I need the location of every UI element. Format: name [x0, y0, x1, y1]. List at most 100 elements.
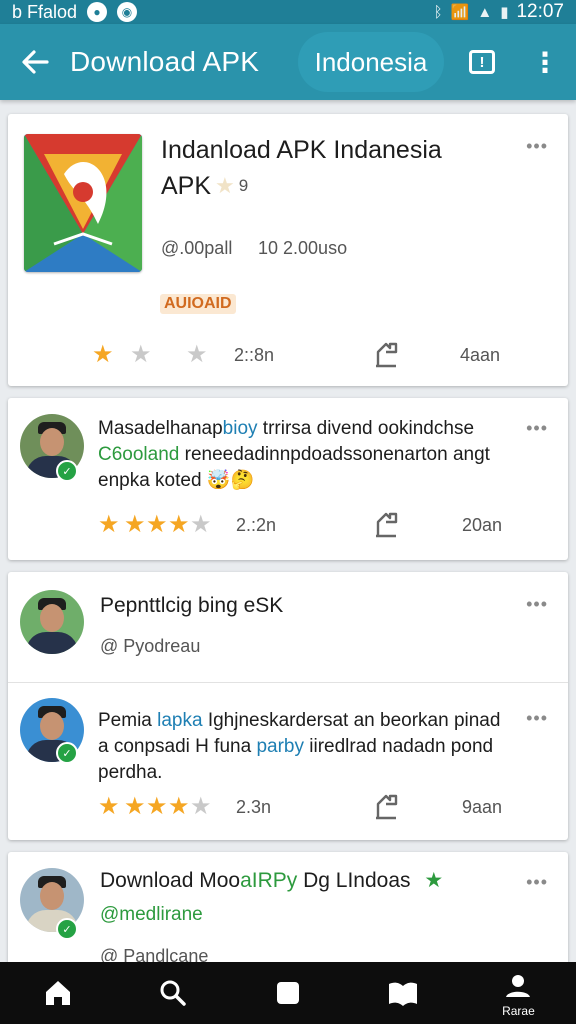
- nav-library[interactable]: [346, 962, 461, 1024]
- star-icon[interactable]: ★: [130, 340, 152, 370]
- review-text-part: reneedadinnpdoadssonenarton angt: [179, 444, 490, 465]
- star-icon[interactable]: ★: [98, 510, 120, 540]
- review-line-2: a conpsadi H funa parby iiredlrad nadadn…: [98, 734, 558, 760]
- app-subtitle-number: 9: [238, 176, 249, 195]
- star-icon[interactable]: ★: [146, 792, 168, 822]
- star-icon: ★: [215, 173, 235, 198]
- review-line-1: Pemia lapka Ighjneskardersat an beorkan …: [98, 708, 558, 734]
- review-link[interactable]: bioy: [223, 418, 258, 439]
- review-line-3: perdha.: [98, 762, 163, 783]
- avatar-face: [40, 882, 64, 910]
- app-badge: AUIOAID: [160, 294, 236, 314]
- review-link[interactable]: parby: [256, 736, 304, 757]
- nav-search[interactable]: [115, 962, 230, 1024]
- review-line-1: Masadelhanapbioy trrirsa divend ookindch…: [98, 416, 558, 442]
- app-meta-right: 10 2.00uso: [258, 238, 348, 258]
- more-horiz-icon[interactable]: •••: [526, 594, 548, 615]
- star-icon[interactable]: ★: [190, 510, 212, 540]
- share-icon[interactable]: [372, 792, 400, 822]
- avatar-face: [40, 712, 64, 740]
- app-logo: [24, 134, 142, 272]
- review-card: ••• ✓ Masadelhanapbioy trrirsa divend oo…: [8, 398, 568, 560]
- app-subtitle: APK ★ 9: [161, 168, 491, 204]
- post-date: 20an: [462, 515, 503, 535]
- rating-row: ★ ★ ★ ★ ★ 2.:2n 20an: [8, 510, 568, 540]
- post-heading: Download MooaIRPy Dg LIndoas ★: [100, 868, 443, 893]
- star-icon[interactable]: ★: [186, 340, 208, 370]
- nav-profile-label: Rarae: [502, 1004, 535, 1018]
- review-thread-card: ••• Pepnttlcig bing eSK @ Pyodreau ••• ✓…: [8, 572, 568, 840]
- status-bar: b Ffalod ● ◉ ᛒ 📶 ▲ ▮ 12:07: [0, 0, 576, 24]
- avatar-face: [40, 428, 64, 456]
- profile-icon: [506, 975, 531, 997]
- verified-icon: ✓: [56, 918, 78, 940]
- user-handle[interactable]: @medlirane: [100, 904, 203, 926]
- review-text-part: iiredlrad nadadn pond: [303, 736, 494, 757]
- search-icon: [160, 980, 186, 1006]
- review-text: Masadelhanapbioy trrirsa divend ookindch…: [98, 416, 558, 494]
- review-link[interactable]: C6ooland: [98, 444, 179, 465]
- share-icon[interactable]: [372, 510, 400, 540]
- app-title-text: Indanload APK Indanesia: [161, 136, 442, 164]
- post-heading-text: Dg LIndoas: [297, 869, 411, 892]
- share-icon[interactable]: [372, 340, 400, 370]
- rating-row: ★ ★ ★ ★ ★ 2.3n 9aan: [8, 792, 568, 822]
- nav-home[interactable]: [0, 962, 115, 1024]
- feedback-icon: !: [469, 50, 495, 74]
- notification-icon-2: ◉: [117, 2, 138, 22]
- bottom-nav: Rarae: [0, 962, 576, 1024]
- star-badge-icon: ★: [424, 869, 444, 892]
- app-meta-left: @.00pall: [161, 238, 233, 258]
- post-heading: Pepnttlcig bing eSK: [100, 594, 284, 617]
- nav-profile[interactable]: Rarae: [461, 962, 576, 1024]
- signal-icon: ▲: [477, 3, 493, 21]
- app-card: ••• Indanload APK Indanesia APK ★ 9 @.00…: [8, 114, 568, 386]
- more-vert-icon[interactable]: ⋮: [528, 42, 562, 82]
- post-date: 4aan: [460, 345, 501, 365]
- battery-icon: ▮: [500, 4, 509, 21]
- star-icon[interactable]: ★: [124, 510, 146, 540]
- more-horiz-icon[interactable]: •••: [526, 136, 548, 157]
- post-card: ••• ✓ Download MooaIRPy Dg LIndoas ★ @me…: [8, 852, 568, 972]
- feedback-button[interactable]: !: [462, 42, 502, 82]
- bluetooth-icon: ᛒ: [433, 3, 443, 21]
- rating-count: 2.3n: [236, 797, 272, 817]
- star-icon[interactable]: ★: [168, 510, 190, 540]
- status-left-text: b Ffalod: [12, 1, 78, 22]
- divider: [8, 682, 568, 683]
- app-subtitle-text: APK: [161, 172, 212, 200]
- nav-feed[interactable]: [230, 962, 345, 1024]
- review-line-2: C6ooland reneedadinnpdoadssonenarton ang…: [98, 442, 558, 468]
- page-title: Download APK: [70, 46, 260, 77]
- avatar-face: [40, 604, 64, 632]
- star-icon[interactable]: ★: [168, 792, 190, 822]
- star-icon[interactable]: ★: [124, 792, 146, 822]
- review-text-part: Ighjneskardersat an beorkan pinad: [202, 710, 501, 731]
- feed-icon: [277, 982, 299, 1004]
- app-bar: Download APK Indonesia ! ⋮: [0, 24, 576, 100]
- avatar[interactable]: [20, 590, 84, 654]
- app-title: Indanload APK Indanesia APK ★ 9: [161, 132, 491, 204]
- review-text-part: Pemia: [98, 710, 158, 731]
- back-arrow-icon[interactable]: [0, 24, 70, 100]
- star-icon[interactable]: ★: [146, 510, 168, 540]
- review-text-part: a conpsadi H funa: [98, 736, 257, 757]
- more-horiz-icon[interactable]: •••: [526, 872, 548, 893]
- post-heading-accent: aIRPy: [240, 869, 298, 892]
- review-text-part: trrirsa divend ookindchse: [257, 418, 475, 439]
- user-handle[interactable]: @ Pyodreau: [100, 636, 200, 657]
- rating-count: 2.:2n: [236, 515, 277, 535]
- wifi-icon: 📶: [450, 4, 470, 21]
- review-line-3: enpka koted 🤯🤔: [98, 470, 255, 491]
- verified-icon: ✓: [56, 460, 78, 482]
- post-heading-text: Download Moo: [100, 869, 241, 892]
- post-date: 9aan: [462, 797, 503, 817]
- region-chip[interactable]: Indonesia: [298, 32, 444, 92]
- rating-row: ★ ★ ★ 2::8n 4aan: [8, 340, 568, 370]
- verified-icon: ✓: [56, 742, 78, 764]
- star-icon[interactable]: ★: [98, 792, 120, 822]
- star-icon[interactable]: ★: [190, 792, 212, 822]
- notification-icon: ●: [87, 2, 108, 22]
- star-icon[interactable]: ★: [92, 340, 114, 370]
- review-link[interactable]: lapka: [157, 710, 202, 731]
